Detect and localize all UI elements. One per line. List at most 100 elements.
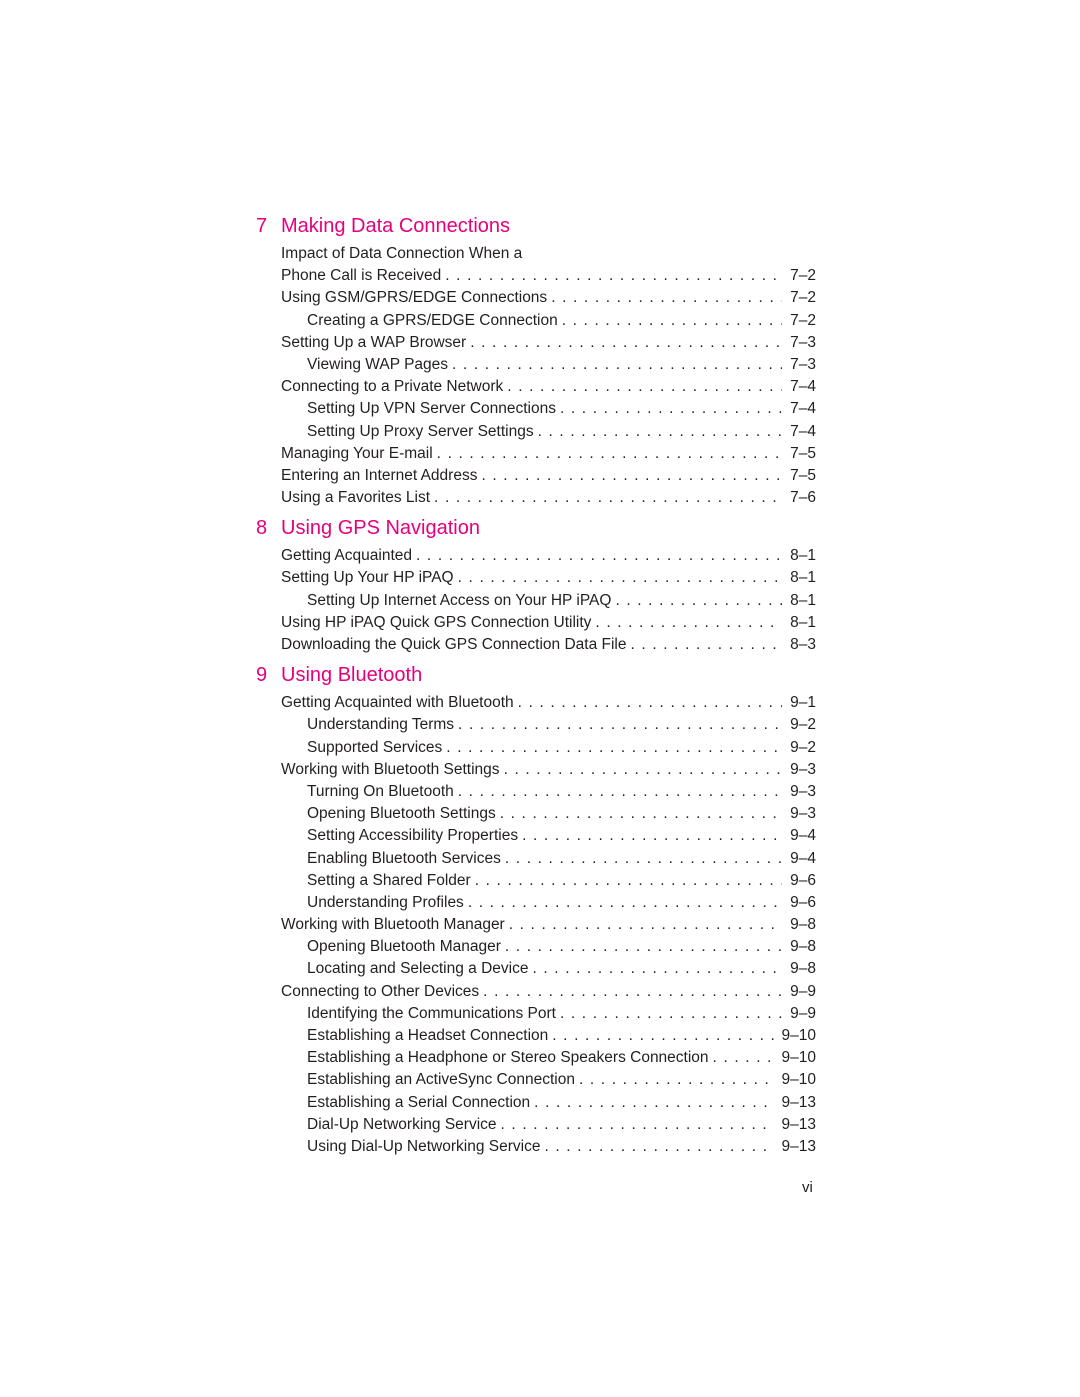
entry-page-number: 7–4 bbox=[790, 422, 816, 440]
toc-entry[interactable]: Connecting to Other Devices 9–9 bbox=[256, 981, 816, 1003]
toc-entry[interactable]: Establishing a Headset Connection 9–10 bbox=[256, 1025, 816, 1047]
toc-entry[interactable]: Turning On Bluetooth 9–3 bbox=[256, 781, 816, 803]
toc-entry[interactable]: Impact of Data Connection When a bbox=[256, 243, 816, 265]
toc-entry[interactable]: Creating a GPRS/EDGE Connection 7–2 bbox=[256, 310, 816, 332]
toc-entry[interactable]: Setting a Shared Folder 9–6 bbox=[256, 870, 816, 892]
dot-leader bbox=[454, 714, 782, 736]
toc-entry[interactable]: Setting Up Your HP iPAQ 8–1 bbox=[256, 567, 816, 589]
dot-leader bbox=[534, 421, 783, 443]
entry-title: Opening Bluetooth Settings bbox=[307, 805, 496, 823]
entry-page-number: 9–1 bbox=[790, 694, 816, 712]
dot-leader bbox=[518, 825, 782, 847]
entry-title: Working with Bluetooth Settings bbox=[281, 760, 500, 778]
toc-entry[interactable]: Setting Up Proxy Server Settings 7–4 bbox=[256, 421, 816, 443]
dot-leader bbox=[540, 1136, 773, 1158]
toc-entry[interactable]: Managing Your E-mail 7–5 bbox=[256, 443, 816, 465]
entry-title: Locating and Selecting a Device bbox=[307, 960, 529, 978]
toc-entry[interactable]: Setting Up VPN Server Connections 7–4 bbox=[256, 398, 816, 420]
dot-leader bbox=[501, 848, 782, 870]
entry-title: Impact of Data Connection When a bbox=[281, 245, 523, 262]
chapter-heading[interactable]: 9 Using Bluetooth bbox=[256, 664, 816, 692]
entry-title: Viewing WAP Pages bbox=[307, 355, 449, 373]
entry-title: Working with Bluetooth Manager bbox=[281, 916, 505, 934]
entry-title: Connecting to Other Devices bbox=[281, 982, 480, 1000]
entry-title: Setting a Shared Folder bbox=[307, 871, 471, 889]
dot-leader bbox=[501, 936, 782, 958]
chapter-heading[interactable]: 8 Using GPS Navigation bbox=[256, 517, 816, 545]
dot-leader bbox=[514, 692, 782, 714]
chapter-number: 9 bbox=[256, 664, 268, 687]
toc-entry[interactable]: Establishing a Headphone or Stereo Speak… bbox=[256, 1047, 816, 1069]
dot-leader bbox=[433, 443, 782, 465]
entry-page-number: 8–3 bbox=[790, 636, 816, 653]
dot-leader bbox=[441, 265, 782, 287]
entry-title: Turning On Bluetooth bbox=[307, 782, 454, 800]
toc-entry[interactable]: Using HP iPAQ Quick GPS Connection Utili… bbox=[256, 612, 816, 634]
toc-entry[interactable]: Establishing a Serial Connection 9–13 bbox=[256, 1092, 816, 1114]
toc-entry[interactable]: Setting Up Internet Access on Your HP iP… bbox=[256, 590, 816, 612]
toc-entry[interactable]: Getting Acquainted with Bluetooth 9–1 bbox=[256, 692, 816, 714]
toc-chapter: 8 Using GPS Navigation Getting Acquainted 8… bbox=[256, 517, 816, 656]
toc-entry[interactable]: Opening Bluetooth Manager 9–8 bbox=[256, 936, 816, 958]
dot-leader bbox=[496, 803, 782, 825]
toc-entry[interactable]: Entering an Internet Address 7–5 bbox=[256, 465, 816, 487]
chapter-number: 8 bbox=[256, 517, 268, 540]
entry-title: Getting Acquainted bbox=[281, 547, 412, 565]
dot-leader bbox=[464, 892, 782, 914]
toc-entry[interactable]: Using Dial-Up Networking Service 9–13 bbox=[256, 1136, 816, 1158]
toc-entry[interactable]: Connecting to a Private Network 7–4 bbox=[256, 376, 816, 398]
toc-entry[interactable]: Opening Bluetooth Settings 9–3 bbox=[256, 803, 816, 825]
entry-title: Setting Up a WAP Browser bbox=[281, 333, 467, 351]
entry-title: Identifying the Communications Port bbox=[307, 1004, 556, 1022]
entry-page-number: 9–6 bbox=[790, 893, 816, 911]
entry-title: Establishing a Headset Connection bbox=[307, 1027, 549, 1044]
dot-leader bbox=[547, 287, 782, 309]
toc-entry[interactable]: Using a Favorites List 7–6 bbox=[256, 487, 816, 509]
entry-page-number: 9–4 bbox=[790, 849, 816, 867]
toc-entry[interactable]: Dial-Up Networking Service 9–13 bbox=[256, 1114, 816, 1136]
chapter-heading[interactable]: 7 Making Data Connections bbox=[256, 215, 816, 243]
dot-leader bbox=[709, 1047, 774, 1069]
toc-entry[interactable]: Phone Call is Received 7–2 bbox=[256, 265, 816, 287]
toc-entry[interactable]: Working with Bluetooth Manager 9–8 bbox=[256, 914, 816, 936]
dot-leader bbox=[454, 781, 782, 803]
toc-entry[interactable]: Using GSM/GPRS/EDGE Connections 7–2 bbox=[256, 287, 816, 309]
dot-leader bbox=[448, 354, 782, 376]
dot-leader bbox=[611, 590, 782, 612]
toc-entry[interactable]: Supported Services 9–2 bbox=[256, 737, 816, 759]
toc-entry[interactable]: Identifying the Communications Port 9–9 bbox=[256, 1003, 816, 1025]
entry-page-number: 9–10 bbox=[781, 1049, 816, 1067]
entry-page-number: 9–8 bbox=[790, 960, 816, 978]
dot-leader bbox=[627, 634, 783, 656]
toc-entry[interactable]: Setting Up a WAP Browser 7–3 bbox=[256, 332, 816, 354]
entry-page-number: 9–8 bbox=[790, 938, 816, 956]
entry-title: Dial-Up Networking Service bbox=[307, 1115, 497, 1133]
entry-page-number: 8–1 bbox=[790, 613, 816, 631]
entry-title: Establishing a Headphone or Stereo Speak… bbox=[307, 1049, 709, 1067]
entry-page-number: 7–4 bbox=[790, 400, 816, 418]
toc-entry[interactable]: Locating and Selecting a Device 9–8 bbox=[256, 958, 816, 980]
dot-leader bbox=[412, 545, 782, 567]
entry-page-number: 7–3 bbox=[790, 333, 816, 351]
toc-entry[interactable]: Getting Acquainted 8–1 bbox=[256, 545, 816, 567]
toc-entry[interactable]: Establishing an ActiveSync Connection 9–1… bbox=[256, 1069, 816, 1091]
entry-page-number: 8–1 bbox=[790, 569, 816, 587]
dot-leader bbox=[454, 567, 783, 589]
toc-entry[interactable]: Understanding Profiles 9–6 bbox=[256, 892, 816, 914]
entry-title: Using HP iPAQ Quick GPS Connection Utili… bbox=[281, 613, 592, 631]
toc-entry[interactable]: Viewing WAP Pages 7–3 bbox=[256, 354, 816, 376]
entry-title: Using GSM/GPRS/EDGE Connections bbox=[281, 289, 548, 307]
dot-leader bbox=[575, 1069, 774, 1091]
entry-title: Understanding Profiles bbox=[307, 893, 464, 911]
entry-title: Managing Your E-mail bbox=[281, 444, 433, 462]
entry-title: Setting Up Your HP iPAQ bbox=[281, 569, 454, 587]
entry-title: Entering an Internet Address bbox=[281, 466, 478, 484]
toc-entry[interactable]: Enabling Bluetooth Services 9–4 bbox=[256, 848, 816, 870]
toc-entry[interactable]: Setting Accessibility Properties 9–4 bbox=[256, 825, 816, 847]
toc-entry[interactable]: Understanding Terms 9–2 bbox=[256, 714, 816, 736]
entry-page-number: 7–6 bbox=[790, 489, 816, 507]
toc-entry[interactable]: Working with Bluetooth Settings 9–3 bbox=[256, 759, 816, 781]
chapter-title: Making Data Connections bbox=[281, 215, 511, 237]
entry-title: Understanding Terms bbox=[307, 716, 455, 734]
toc-entry[interactable]: Downloading the Quick GPS Connection Dat… bbox=[256, 634, 816, 656]
